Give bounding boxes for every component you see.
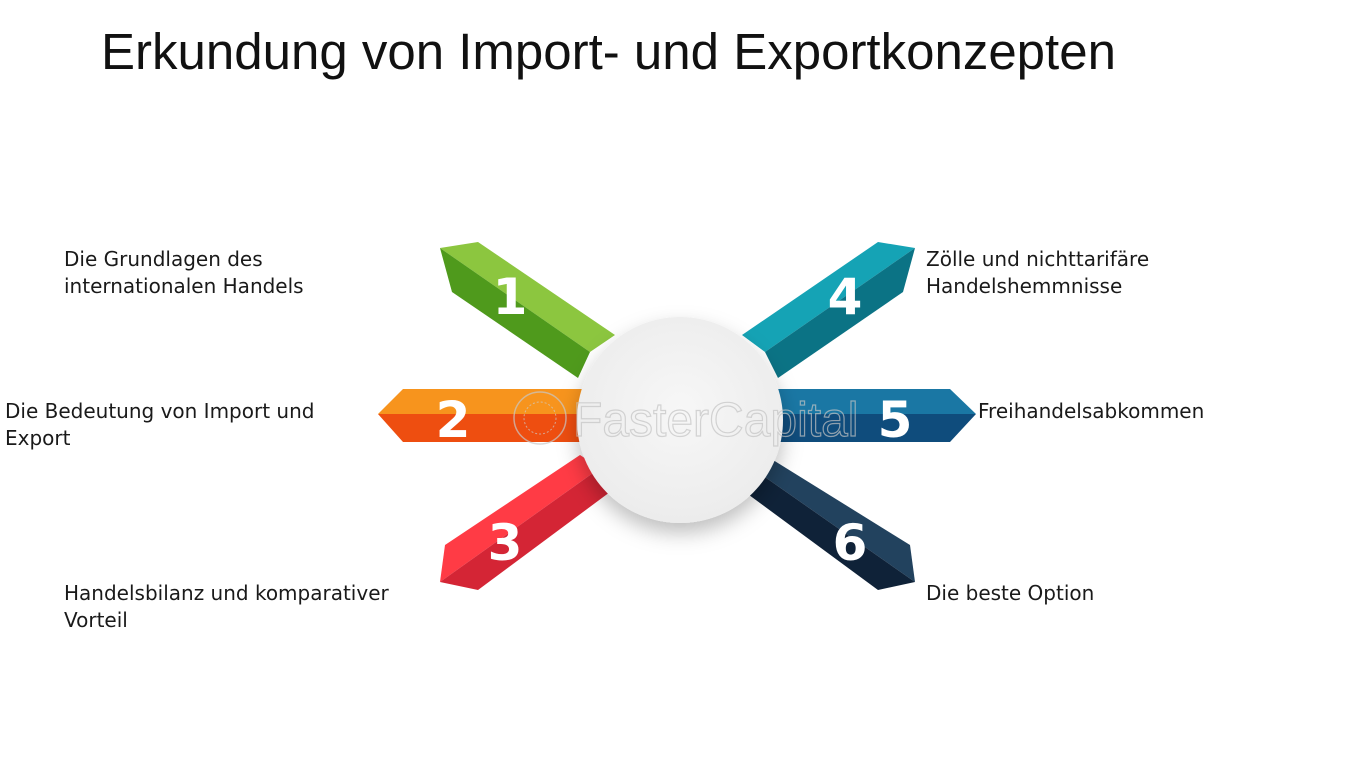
arrow-5-number: 5 — [878, 391, 913, 449]
watermark-text: FasterCapital — [573, 394, 858, 447]
arrow-4-number: 4 — [828, 268, 863, 326]
arrow-4: 4 — [742, 242, 915, 378]
arrow-3-number: 3 — [488, 514, 523, 572]
label-4: Zölle und nichttarifäre Handelshemmnisse — [926, 246, 1149, 300]
label-1: Die Grundlagen des internationalen Hande… — [64, 246, 304, 300]
label-3-line-1: Handelsbilanz und komparativer — [64, 581, 389, 605]
label-1-line-2: internationalen Handels — [64, 274, 304, 298]
arrow-2-side — [378, 414, 585, 442]
arrow-2-top — [378, 389, 585, 414]
arrow-3: 3 — [440, 455, 610, 590]
arrow-2-number: 2 — [436, 391, 471, 449]
label-4-line-2: Handelshemmnisse — [926, 274, 1123, 298]
arrow-1-number: 1 — [493, 268, 528, 326]
arrow-6-side — [745, 468, 915, 590]
label-2-line-1: Die Bedeutung von Import und — [5, 399, 315, 423]
label-1-line-1: Die Grundlagen des — [64, 247, 263, 271]
arrow-6: 6 — [745, 455, 915, 590]
label-2-line-2: Export — [5, 426, 71, 450]
label-4-line-1: Zölle und nichttarifäre — [926, 247, 1150, 271]
label-6: Die beste Option — [926, 580, 1094, 607]
label-5: Freihandelsabkommen — [978, 398, 1204, 425]
label-6-line-1: Die beste Option — [926, 581, 1095, 605]
label-3-line-2: Vorteil — [64, 608, 128, 632]
arrow-6-number: 6 — [833, 514, 868, 572]
label-5-line-1: Freihandelsabkommen — [978, 399, 1205, 423]
arrow-3-side — [440, 468, 610, 590]
infographic-diagram: 1 2 3 4 5 6 FasterCapital — [378, 242, 976, 590]
arrow-1: 1 — [440, 242, 615, 378]
label-3: Handelsbilanz und komparativer Vorteil — [64, 580, 389, 634]
label-2: Die Bedeutung von Import und Export — [5, 398, 314, 452]
